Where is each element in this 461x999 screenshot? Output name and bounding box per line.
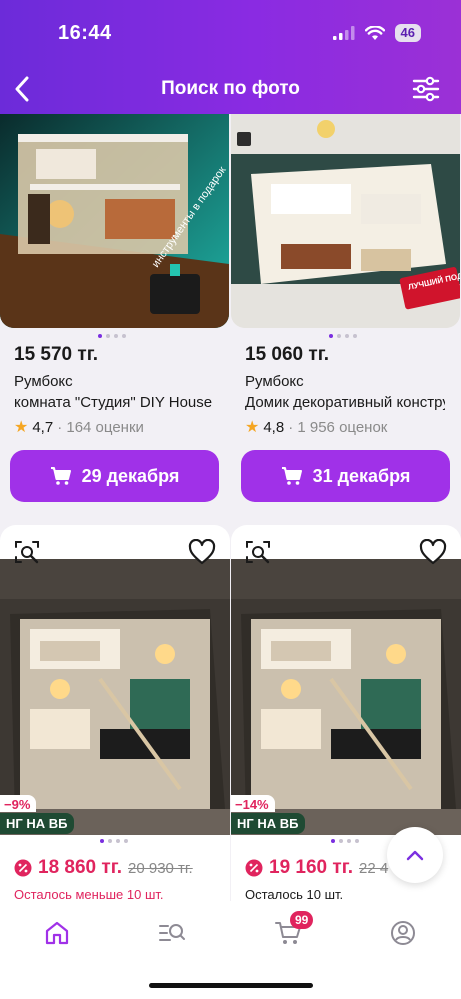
product-brand: Румбокс xyxy=(245,373,304,390)
product-price: 15 060 тг. xyxy=(245,344,329,365)
product-grid: инструменты в подарок 15 570 тг. Румбокс… xyxy=(0,114,461,901)
product-price: 15 570 тг. xyxy=(14,344,98,365)
sale-price: 18 860 тг. xyxy=(38,857,122,878)
dollhouse-image xyxy=(0,559,230,835)
pager-dot xyxy=(355,839,359,843)
rating-count: · 164 оценки xyxy=(57,418,144,436)
nav-bar: Поиск по фото xyxy=(0,64,461,114)
dollhouse-image: инструменты в подарок xyxy=(0,114,229,328)
rating-count: · 1 956 оценок xyxy=(288,418,388,436)
pager-dot xyxy=(122,334,126,338)
wifi-icon xyxy=(364,25,385,40)
product-rating: ★ 4,7 · 164 оценки xyxy=(14,417,144,437)
product-name: комната "Студия" DIY House xyxy=(14,394,213,411)
catalog-search-icon xyxy=(159,924,185,941)
pager-dot xyxy=(353,334,357,338)
image-pager xyxy=(100,839,128,843)
add-to-cart-button[interactable]: 29 декабря xyxy=(10,450,219,502)
profile-icon xyxy=(391,921,415,945)
page-title: Поиск по фото xyxy=(161,78,300,99)
status-time: 16:44 xyxy=(58,22,112,44)
pager-dot xyxy=(329,334,333,338)
promo-badge: НГ НА ВБ xyxy=(0,813,74,834)
tab-cart[interactable]: 99 xyxy=(268,911,314,951)
product-card[interactable]: −9% НГ НА ВБ 18 860 тг. 20 930 тг. Остал… xyxy=(0,525,230,901)
similar-search-icon[interactable] xyxy=(14,539,40,565)
home-icon xyxy=(45,921,69,945)
dollhouse-image: ЛУЧШИЙ ПОДАРОК! xyxy=(231,114,460,328)
filter-sliders-icon xyxy=(412,76,440,102)
discount-badge: −9% xyxy=(0,795,37,812)
star-icon: ★ xyxy=(14,419,29,436)
old-price: 22 4 xyxy=(359,860,389,877)
pager-dot xyxy=(108,839,112,843)
sale-percent-icon xyxy=(245,859,263,877)
chevron-up-icon xyxy=(406,850,424,861)
scroll-to-top-button[interactable] xyxy=(387,827,443,883)
pager-dot xyxy=(106,334,110,338)
pager-dot xyxy=(337,334,341,338)
rating-value: 4,8 xyxy=(263,418,285,436)
pager-dot xyxy=(116,839,120,843)
product-name: Домик декоративный конструктор xyxy=(245,394,445,411)
pager-dot xyxy=(347,839,351,843)
add-to-cart-button[interactable]: 31 декабря xyxy=(241,450,450,502)
product-rating: ★ 4,8 · 1 956 оценок xyxy=(245,417,387,437)
home-indicator xyxy=(149,983,313,988)
stock-text: Осталось 10 шт. xyxy=(245,887,344,901)
cart-icon xyxy=(281,467,302,485)
dollhouse-image xyxy=(231,559,461,835)
tab-home[interactable] xyxy=(37,915,77,951)
star-icon: ★ xyxy=(245,419,260,436)
price-row: 18 860 тг. 20 930 тг. xyxy=(14,857,193,879)
image-pager xyxy=(331,839,359,843)
product-brand: Румбокс xyxy=(14,373,73,390)
pager-dot xyxy=(124,839,128,843)
image-pager xyxy=(98,334,126,338)
filter-button[interactable] xyxy=(411,74,441,104)
signal-icon xyxy=(332,26,355,40)
discount-badge: −14% xyxy=(231,795,275,812)
rating-value: 4,7 xyxy=(32,418,54,436)
pager-dot xyxy=(339,839,343,843)
promo-badge: НГ НА ВБ xyxy=(231,813,305,834)
stock-text: Осталось меньше 10 шт. xyxy=(14,887,164,901)
similar-search-icon[interactable] xyxy=(245,539,271,565)
battery-indicator: 46 xyxy=(394,24,421,42)
pager-dot xyxy=(114,334,118,338)
favorite-heart-icon[interactable] xyxy=(188,539,216,565)
product-card[interactable]: инструменты в подарок 15 570 тг. Румбокс… xyxy=(0,114,229,514)
product-image[interactable]: инструменты в подарок xyxy=(0,114,229,328)
pager-dot xyxy=(98,334,102,338)
product-image[interactable] xyxy=(231,559,461,835)
pager-dot xyxy=(345,334,349,338)
tab-catalog[interactable] xyxy=(152,915,192,951)
cart-icon xyxy=(50,467,71,485)
delivery-date: 31 декабря xyxy=(312,465,411,486)
sale-price: 19 160 тг. xyxy=(269,857,353,878)
price-row: 19 160 тг. 22 4 xyxy=(245,857,388,879)
status-icons: 46 xyxy=(332,24,421,42)
tab-profile[interactable] xyxy=(383,915,423,951)
old-price: 20 930 тг. xyxy=(128,860,193,877)
delivery-date: 29 декабря xyxy=(81,465,180,486)
status-bar: 16:44 46 xyxy=(0,0,461,58)
cart-count-badge: 99 xyxy=(290,911,314,929)
app-header: 16:44 46 Поиск по фото xyxy=(0,0,461,114)
product-image[interactable]: ЛУЧШИЙ ПОДАРОК! xyxy=(231,114,460,328)
favorite-heart-icon[interactable] xyxy=(419,539,447,565)
sale-percent-icon xyxy=(14,859,32,877)
product-image[interactable] xyxy=(0,559,230,835)
pager-dot xyxy=(100,839,104,843)
image-pager xyxy=(329,334,357,338)
product-card[interactable]: ЛУЧШИЙ ПОДАРОК! 15 060 тг. Румбокс Домик… xyxy=(231,114,460,514)
pager-dot xyxy=(331,839,335,843)
